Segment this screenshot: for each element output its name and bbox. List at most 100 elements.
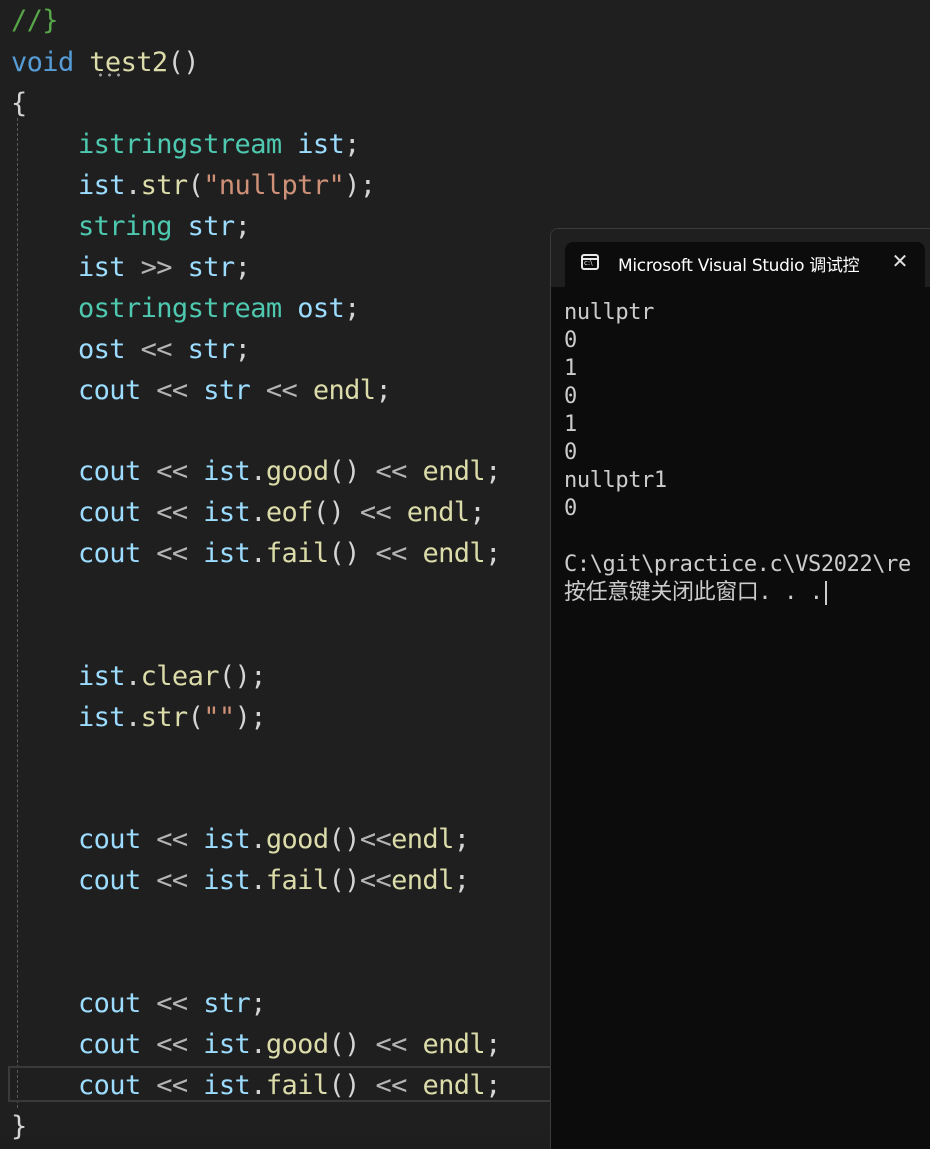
operator: << (375, 456, 407, 487)
variable: ost (297, 293, 345, 324)
operator: << (359, 865, 392, 896)
variable: cout (78, 865, 141, 896)
text-cursor (824, 581, 827, 605)
console-output-line: 0 (564, 440, 577, 465)
code-line-14[interactable]: cout << ist.fail() << endl; (78, 533, 501, 574)
variable: str (187, 211, 236, 242)
operator: << (156, 456, 188, 487)
operator: << (156, 497, 188, 528)
variable: cout (78, 375, 141, 406)
variable: cout (78, 1029, 141, 1060)
variable: ist (78, 170, 126, 201)
squiggle-hint (96, 72, 126, 78)
console-output[interactable]: nullptr 0 1 0 1 0 nullptr1 0 C:\git\prac… (564, 299, 930, 607)
close-brace: } (11, 1111, 27, 1142)
variable: str (203, 988, 251, 1019)
code-line-13[interactable]: cout << ist.eof() << endl; (78, 492, 486, 533)
console-prompt-line: 按任意键关闭此窗口. . . (564, 579, 930, 607)
console-tab[interactable]: Microsoft Visual Studio 调试控 ✕ (565, 242, 925, 287)
code-line-4[interactable]: istringstream ist; (78, 124, 360, 165)
code-line-8[interactable]: ostringstream ost; (78, 288, 360, 329)
code-line-3[interactable]: { (11, 83, 27, 124)
variable: ist (203, 824, 251, 855)
operator: << (156, 1070, 188, 1101)
method: str (140, 170, 189, 201)
debug-console-window[interactable]: Microsoft Visual Studio 调试控 ✕ nullptr 0 … (550, 228, 930, 1149)
code-line-12[interactable]: cout << ist.good() << endl; (78, 451, 501, 492)
code-line-18[interactable]: ist.str(""); (78, 697, 266, 738)
operator: >> (140, 252, 173, 283)
operator: << (156, 375, 188, 406)
function-name: endl (422, 1029, 486, 1060)
code-line-17[interactable]: ist.clear(); (78, 656, 266, 697)
operator: << (156, 865, 188, 896)
string-literal: "" (203, 702, 235, 733)
code-line-22[interactable]: cout << ist.fail()<<endl; (78, 860, 470, 901)
variable: cout (78, 988, 141, 1019)
console-output-line: 0 (564, 328, 577, 353)
operator: << (156, 988, 188, 1019)
console-output-line: nullptr (564, 300, 654, 325)
function-name: endl (391, 824, 454, 855)
type-name: string (78, 211, 173, 242)
variable: cout (78, 456, 141, 487)
operator: << (375, 1070, 407, 1101)
keyword-void: void (11, 47, 74, 78)
console-output-line: 1 (564, 412, 577, 437)
method: eof (265, 497, 314, 528)
type-name: istringstream (78, 129, 282, 160)
console-tab-title: Microsoft Visual Studio 调试控 (618, 256, 860, 276)
parens: () (167, 47, 200, 78)
close-icon[interactable]: ✕ (887, 248, 913, 274)
code-line-25[interactable]: cout << str; (78, 983, 266, 1024)
operator: << (156, 538, 188, 569)
code-line-5[interactable]: ist.str("nullptr"); (78, 165, 376, 206)
comment: //} (11, 5, 59, 36)
variable: ist (297, 129, 345, 160)
variable: cout (78, 538, 141, 569)
code-line-1[interactable]: //} (11, 0, 59, 41)
operator: << (156, 1029, 188, 1060)
method: fail (265, 865, 329, 896)
function-name: endl (312, 375, 376, 406)
code-line-21[interactable]: cout << ist.good()<<endl; (78, 819, 470, 860)
variable: ist (203, 497, 251, 528)
operator: << (140, 334, 173, 365)
variable: ist (203, 538, 251, 569)
variable: cout (78, 824, 141, 855)
method: str (140, 702, 189, 733)
method: good (265, 824, 329, 855)
console-output-line: 0 (564, 496, 577, 521)
console-output-line: C:\git\practice.c\VS2022\re (564, 552, 911, 577)
console-titlebar[interactable]: Microsoft Visual Studio 调试控 ✕ (551, 229, 930, 287)
variable: ist (78, 252, 126, 283)
method: good (265, 456, 329, 487)
operator: << (359, 497, 392, 528)
variable: str (187, 252, 236, 283)
code-line-10[interactable]: cout << str << endl; (78, 370, 392, 411)
function-name: endl (406, 497, 470, 528)
variable: ist (78, 702, 126, 733)
code-line-6[interactable]: string str; (78, 206, 251, 247)
console-prompt-text: 按任意键关闭此窗口. . . (564, 580, 823, 605)
function-name: endl (422, 1070, 486, 1101)
code-line-9[interactable]: ost << str; (78, 329, 251, 370)
function-name: endl (391, 865, 454, 896)
code-line-26[interactable]: cout << ist.good() << endl; (78, 1024, 501, 1065)
code-line-27[interactable]: cout << ist.fail() << endl; (78, 1065, 501, 1106)
variable: ost (78, 334, 126, 365)
console-output-line: 1 (564, 356, 577, 381)
variable: ist (203, 1029, 251, 1060)
variable: ist (203, 1070, 251, 1101)
method: fail (265, 538, 329, 569)
code-line-7[interactable]: ist >> str; (78, 247, 251, 288)
method: fail (265, 1070, 329, 1101)
operator: << (375, 538, 407, 569)
function-name: endl (422, 538, 486, 569)
string-literal: "nullptr" (203, 170, 345, 201)
code-line-28[interactable]: } (11, 1106, 27, 1147)
variable: ist (203, 865, 251, 896)
operator: << (156, 824, 188, 855)
variable: str (187, 334, 236, 365)
